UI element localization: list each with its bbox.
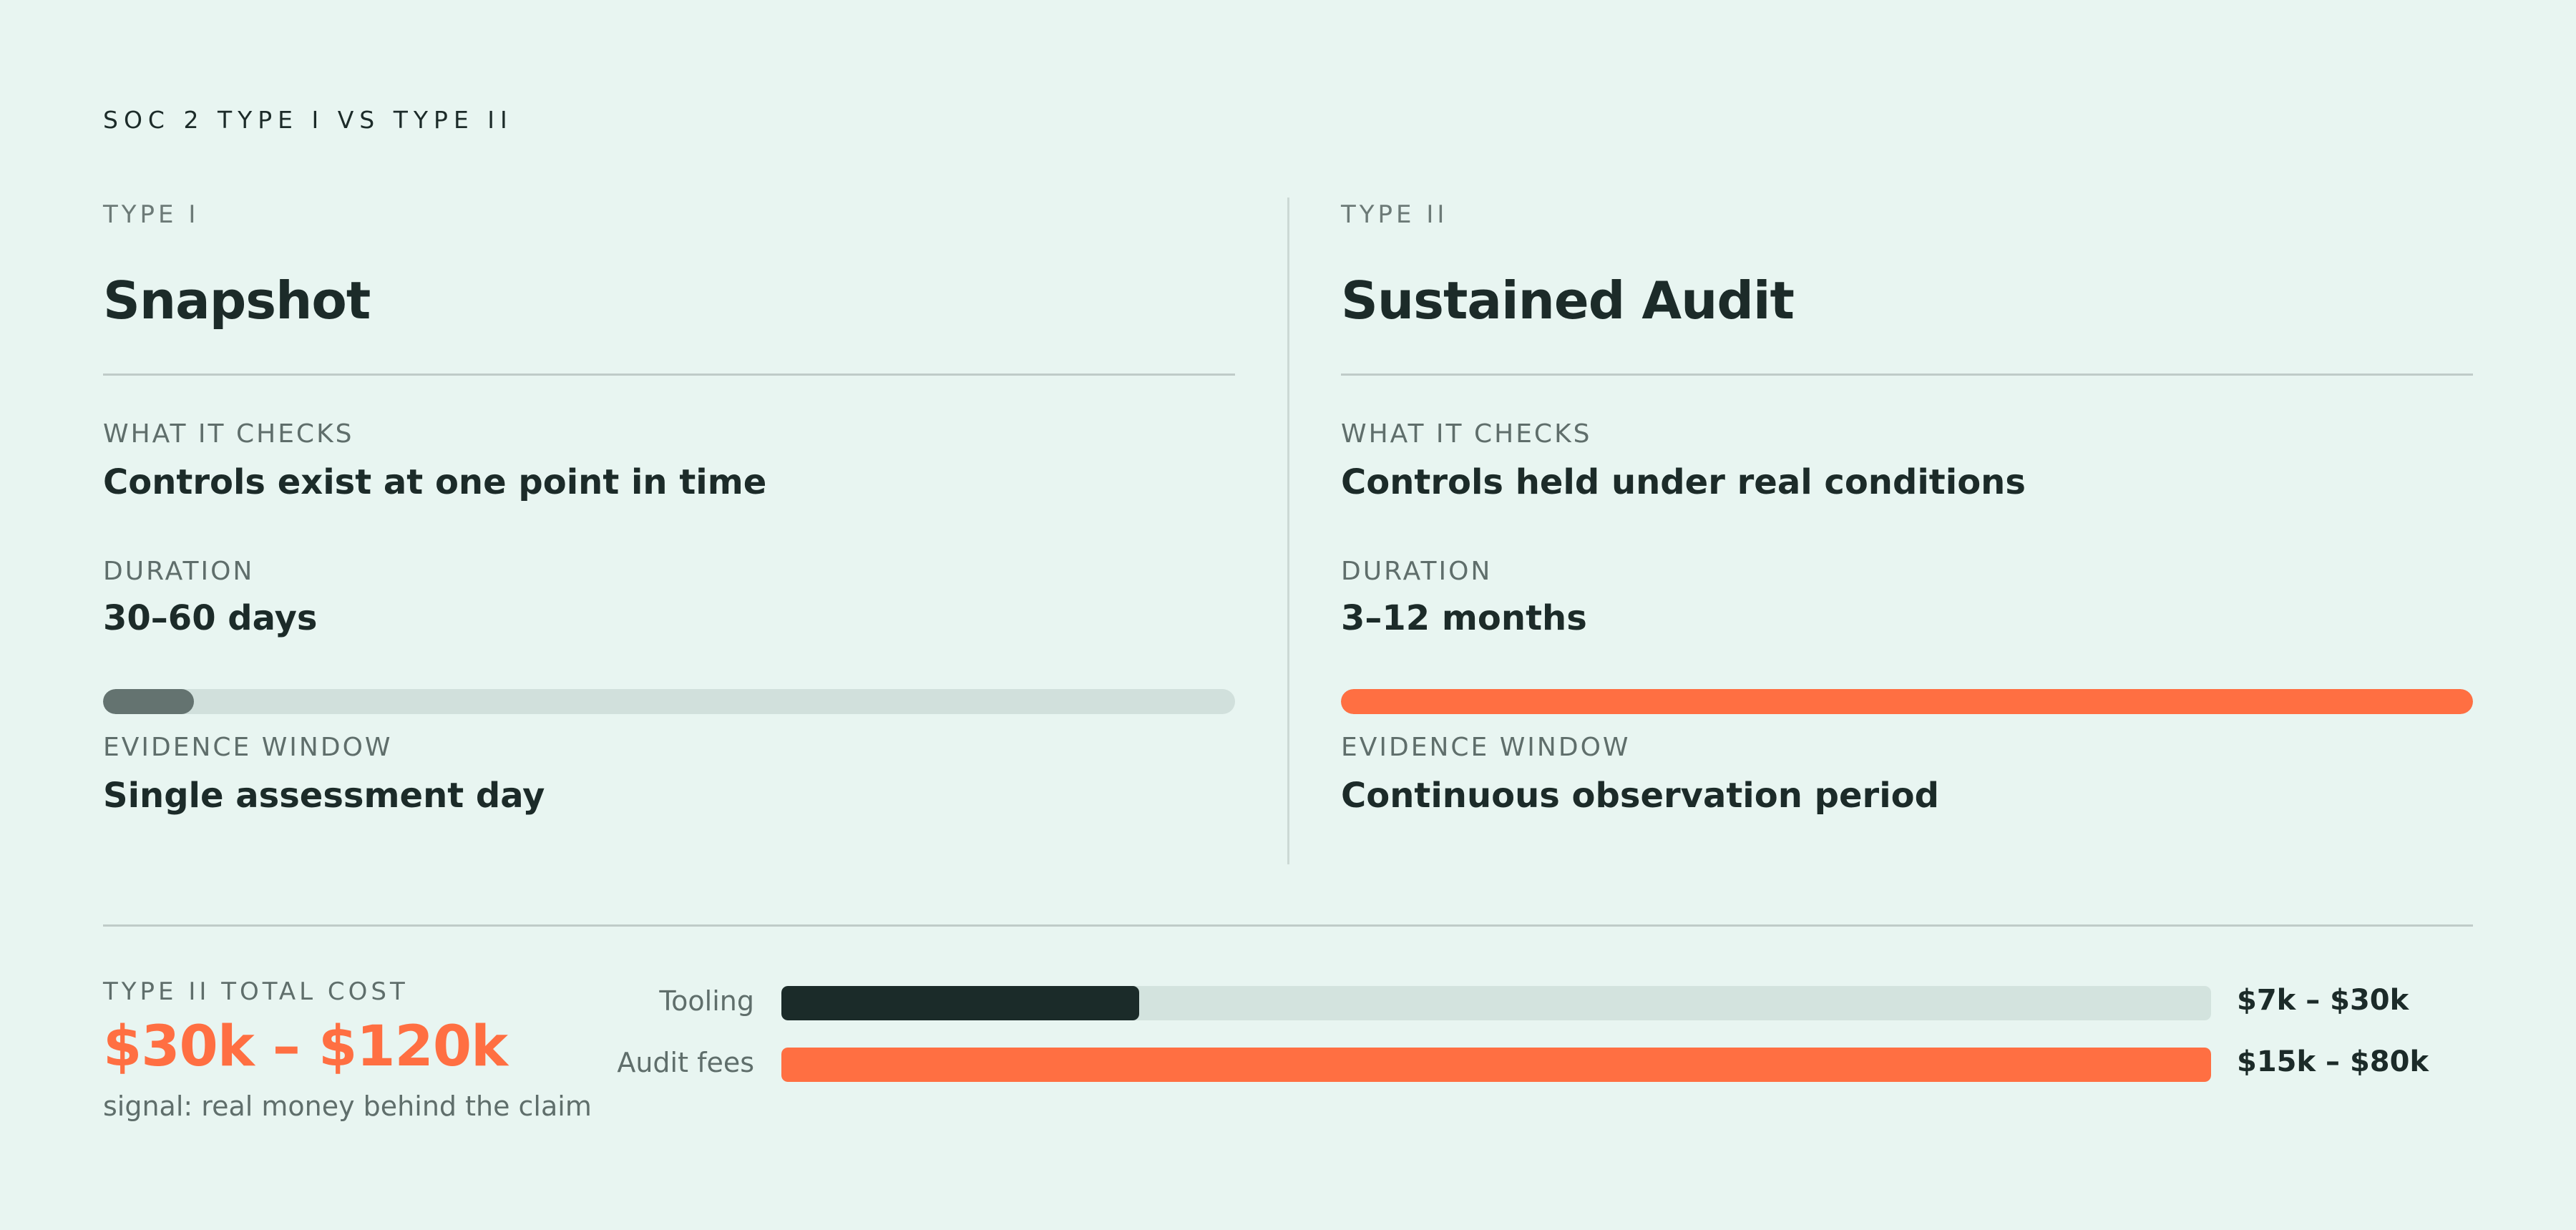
type-ii-evidence-value: Continuous observation period xyxy=(1341,776,1939,816)
type-ii-label: TYPE II xyxy=(1341,200,1448,229)
type-ii-title-divider xyxy=(1341,374,2473,376)
cost-row-tooling-fill xyxy=(781,986,1139,1020)
type-i-title-divider xyxy=(103,374,1235,376)
type-i-evidence-label: EVIDENCE WINDOW xyxy=(103,733,393,762)
type-ii-evidence-label: EVIDENCE WINDOW xyxy=(1341,733,1631,762)
type-ii-checks-value: Controls held under real conditions xyxy=(1341,462,2026,502)
type-ii-title: Sustained Audit xyxy=(1341,270,1795,331)
type-i-duration-bar xyxy=(103,689,1235,714)
cost-row-audit-fees-fill xyxy=(781,1048,2211,1082)
page-eyebrow: SOC 2 TYPE I VS TYPE II xyxy=(103,106,513,134)
cost-row-tooling-value: $7k – $30k xyxy=(2237,984,2409,1017)
type-i-column: TYPE I Snapshot WHAT IT CHECKS Controls … xyxy=(103,200,1235,866)
type-ii-duration-label: DURATION xyxy=(1341,557,1493,586)
cost-row-audit-fees-value: $15k – $80k xyxy=(2237,1045,2429,1078)
type-i-duration-value: 30–60 days xyxy=(103,598,318,638)
cost-row-tooling-bar xyxy=(781,986,2211,1020)
cost-row-tooling-label: Tooling xyxy=(659,985,754,1017)
type-i-label: TYPE I xyxy=(103,200,200,229)
type-i-checks-value: Controls exist at one point in time xyxy=(103,462,767,502)
type-i-duration-fill xyxy=(103,689,194,714)
column-divider xyxy=(1287,197,1289,864)
type-ii-duration-value: 3–12 months xyxy=(1341,598,1587,638)
type-ii-duration-bar xyxy=(1341,689,2473,714)
type-i-checks-label: WHAT IT CHECKS xyxy=(103,419,354,449)
cost-note: signal: real money behind the claim xyxy=(103,1090,592,1122)
cost-row-audit-fees-label: Audit fees xyxy=(617,1047,754,1078)
type-i-evidence-value: Single assessment day xyxy=(103,776,545,816)
section-divider xyxy=(103,924,2473,927)
type-ii-column: TYPE II Sustained Audit WHAT IT CHECKS C… xyxy=(1341,200,2473,866)
type-ii-checks-label: WHAT IT CHECKS xyxy=(1341,419,1592,449)
cost-row-audit-fees-bar xyxy=(781,1048,2211,1082)
type-i-title: Snapshot xyxy=(103,270,371,331)
type-i-duration-label: DURATION xyxy=(103,557,255,586)
type-ii-duration-fill xyxy=(1341,689,2473,714)
